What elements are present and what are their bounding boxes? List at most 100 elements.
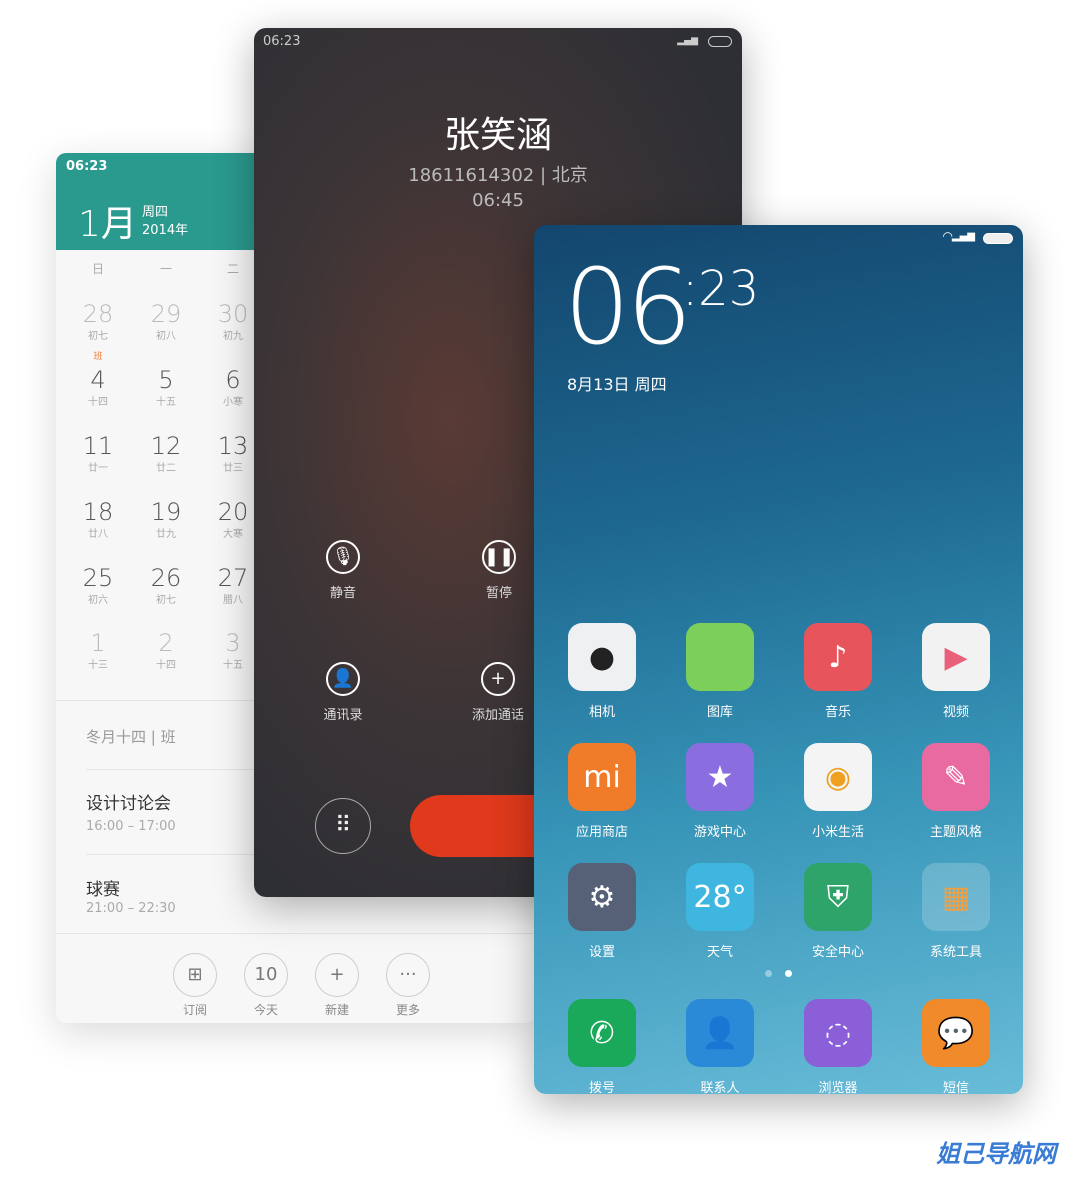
video-icon: ▶ [922, 623, 990, 691]
watermark: 姐己导航网 [936, 1140, 1056, 1168]
app-security[interactable]: ⛨ 安全中心 [788, 863, 888, 960]
add-call-button[interactable]: + 添加通话 [448, 662, 548, 723]
lunar-day: 廿一 [88, 463, 108, 474]
app-phone[interactable]: ✆ 拨号 [552, 999, 652, 1094]
phone-icon: ✆ [568, 999, 636, 1067]
contacts-icon: 👤 [686, 999, 754, 1067]
lunar-day: 廿二 [156, 463, 176, 474]
app-label: 系统工具 [929, 945, 982, 960]
workday-badge: 班 [93, 352, 103, 362]
app-label: 安全中心 [811, 945, 864, 960]
call-button-label: 静音 [329, 586, 356, 601]
app-contacts[interactable]: 👤 联系人 [670, 999, 770, 1094]
wifi-icon: ◠ [942, 229, 953, 243]
app-label: 主题风格 [929, 825, 982, 840]
app-messages[interactable]: 💬 短信 [906, 999, 1006, 1094]
app-label: 浏览器 [818, 1081, 858, 1094]
plus-icon: + [329, 964, 345, 985]
lunar-info: 冬月十四 | 班 [86, 728, 176, 746]
calendar-day[interactable]: 1 十三 [68, 630, 128, 671]
app-mi-life[interactable]: ◉ 小米生活 [788, 743, 888, 840]
app-camera[interactable]: ● 相机 [552, 623, 652, 720]
calendar-day[interactable]: 26 初七 [136, 565, 196, 606]
event-time: 21:00 – 22:30 [86, 901, 176, 916]
calendar-day[interactable]: 18 廿八 [68, 499, 128, 540]
page-indicator-dot-active[interactable] [785, 970, 792, 977]
app-theme[interactable]: ✎ 主题风格 [906, 743, 1006, 840]
lunar-day: 初八 [156, 331, 176, 342]
system-tools-folder-icon: ▦ [922, 863, 990, 931]
app-label: 设置 [588, 945, 615, 960]
calendar-day[interactable]: 班 4 十四 [68, 352, 128, 408]
app-settings[interactable]: ⚙ 设置 [552, 863, 652, 960]
call-button-label: 通讯录 [323, 708, 363, 723]
keypad-icon: ⠿ [334, 813, 352, 838]
day-number: 28 [82, 300, 114, 328]
app-app-store[interactable]: mi 应用商店 [552, 743, 652, 840]
app-game-center[interactable]: ★ 游戏中心 [670, 743, 770, 840]
event-title[interactable]: 球赛 [86, 875, 120, 900]
camera-icon: ● [568, 623, 636, 691]
battery-icon [983, 233, 1013, 244]
app-store-icon: mi [568, 743, 636, 811]
lunar-day: 初七 [88, 331, 108, 342]
lunar-day: 廿九 [156, 529, 176, 540]
app-label: 拨号 [588, 1081, 615, 1094]
weekday-header: 日 [91, 262, 104, 276]
event-time: 16:00 – 17:00 [86, 819, 176, 834]
today-button[interactable]: 10 [244, 953, 288, 997]
contact-button[interactable]: 👤 通讯录 [293, 662, 393, 723]
app-label: 视频 [942, 705, 969, 720]
plus-button[interactable]: + [315, 953, 359, 997]
day-number: 29 [150, 300, 182, 328]
today-icon: 10 [254, 964, 278, 985]
day-number: 12 [150, 432, 182, 460]
lunar-day: 廿八 [88, 529, 108, 540]
status-time: 06:23 [66, 159, 108, 174]
calendar-day[interactable]: 29 初八 [136, 301, 196, 342]
status-time: 06:23 [263, 34, 301, 49]
day-number: 1 [90, 629, 106, 657]
weather-icon: 28° [686, 863, 754, 931]
lunar-day: 十四 [156, 660, 176, 671]
pause-icon: ❚❚ [482, 540, 516, 574]
keypad-button[interactable]: ⠿ [315, 798, 371, 854]
music-icon: ♪ [804, 623, 872, 691]
microphone-button[interactable]: 🎙 静音 [293, 540, 393, 601]
day-number: 19 [150, 498, 182, 526]
grid-button[interactable]: ⊞ [173, 953, 217, 997]
calendar-day[interactable]: 12 廿二 [136, 433, 196, 474]
app-video[interactable]: ▶ 视频 [906, 623, 1006, 720]
add-call-icon: + [481, 662, 515, 696]
more-button[interactable]: ··· [386, 953, 430, 997]
browser-icon: ◌ [804, 999, 872, 1067]
calendar-day[interactable]: 2 十四 [136, 630, 196, 671]
calendar-day[interactable]: 11 廿一 [68, 433, 128, 474]
calendar-day[interactable]: 19 廿九 [136, 499, 196, 540]
toolbar-label: 今天 [253, 1003, 278, 1017]
month-label[interactable]: 1月 [78, 195, 137, 247]
toolbar-label: 新建 [324, 1003, 349, 1017]
app-weather[interactable]: 28° 天气 [670, 863, 770, 960]
call-button-label: 添加通话 [471, 708, 524, 723]
lunar-day: 初七 [156, 595, 176, 606]
page-indicator-dot[interactable] [765, 970, 772, 977]
battery-icon [708, 36, 732, 47]
gallery-icon [686, 623, 754, 691]
calendar-day[interactable]: 25 初六 [68, 565, 128, 606]
theme-icon: ✎ [922, 743, 990, 811]
event-title[interactable]: 设计讨论会 [86, 789, 171, 814]
app-music[interactable]: ♪ 音乐 [788, 623, 888, 720]
home-screen: ▂▄▆ ◠ 06 :23 8月13日 周四 ● 相机 图库 ♪ 音乐 ▶ 视频 mi 应用商店 ★… [534, 225, 1023, 1094]
year-label: 2014年 [142, 223, 189, 238]
calendar-day[interactable]: 5 十五 [136, 367, 196, 408]
app-label: 游戏中心 [693, 825, 746, 840]
app-gallery[interactable]: 图库 [670, 623, 770, 720]
app-system-tools-folder[interactable]: ▦ 系统工具 [906, 863, 1006, 960]
more-icon: ··· [399, 964, 417, 985]
app-label: 音乐 [824, 705, 851, 720]
clock-minute: :23 [682, 261, 760, 317]
app-browser[interactable]: ◌ 浏览器 [788, 999, 888, 1094]
toolbar-label: 更多 [395, 1003, 420, 1017]
calendar-day[interactable]: 28 初七 [68, 301, 128, 342]
